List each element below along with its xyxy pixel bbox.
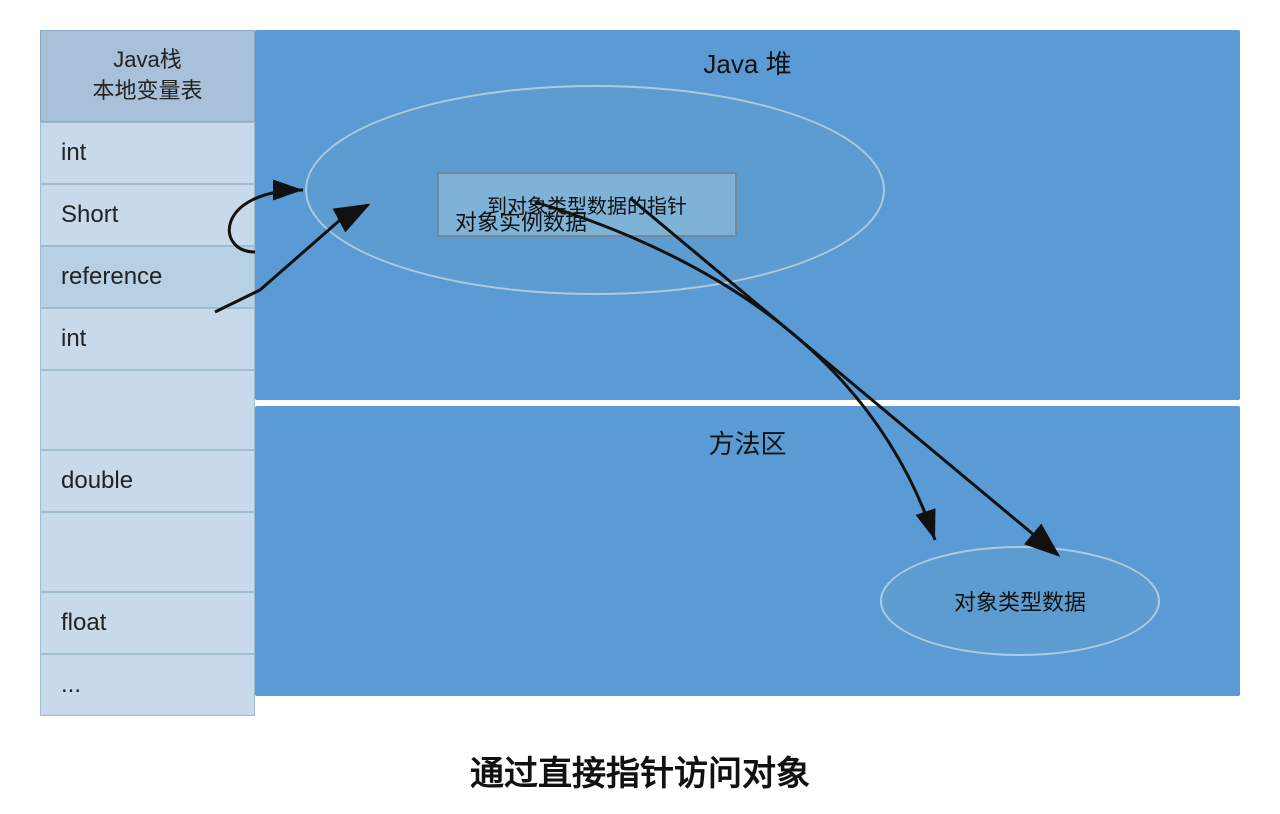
main-container: Java栈 本地变量表 int Short reference int doub…: [0, 0, 1280, 814]
heap-method-area: Java 堆 到对象类型数据的指针 对象实例数据 方法区: [255, 30, 1240, 716]
stack-cell-double: double: [40, 450, 255, 512]
heap-oval: 到对象类型数据的指针: [305, 85, 885, 295]
stack-cell-empty1: [40, 370, 255, 450]
stack-cell-int2: int: [40, 308, 255, 370]
stack-cell-short: Short: [40, 184, 255, 246]
stack-cell-reference: reference: [40, 246, 255, 308]
method-oval: 对象类型数据: [880, 546, 1160, 656]
stack-cell-ellipsis: ...: [40, 654, 255, 716]
method-area: 方法区 对象类型数据: [255, 406, 1240, 696]
caption: 通过直接指针访问对象: [470, 746, 810, 795]
stack-header: Java栈 本地变量表: [40, 30, 255, 122]
stack-cell-float: float: [40, 592, 255, 654]
stack-table: Java栈 本地变量表 int Short reference int doub…: [40, 30, 255, 716]
java-heap: Java 堆 到对象类型数据的指针 对象实例数据: [255, 30, 1240, 400]
diagram-area: Java栈 本地变量表 int Short reference int doub…: [40, 30, 1240, 716]
java-heap-title: Java 堆: [255, 30, 1240, 81]
method-area-title: 方法区: [255, 406, 1240, 461]
stack-cell-int1: int: [40, 122, 255, 184]
instance-label: 对象实例数据: [455, 205, 587, 237]
stack-cell-empty2: [40, 512, 255, 592]
